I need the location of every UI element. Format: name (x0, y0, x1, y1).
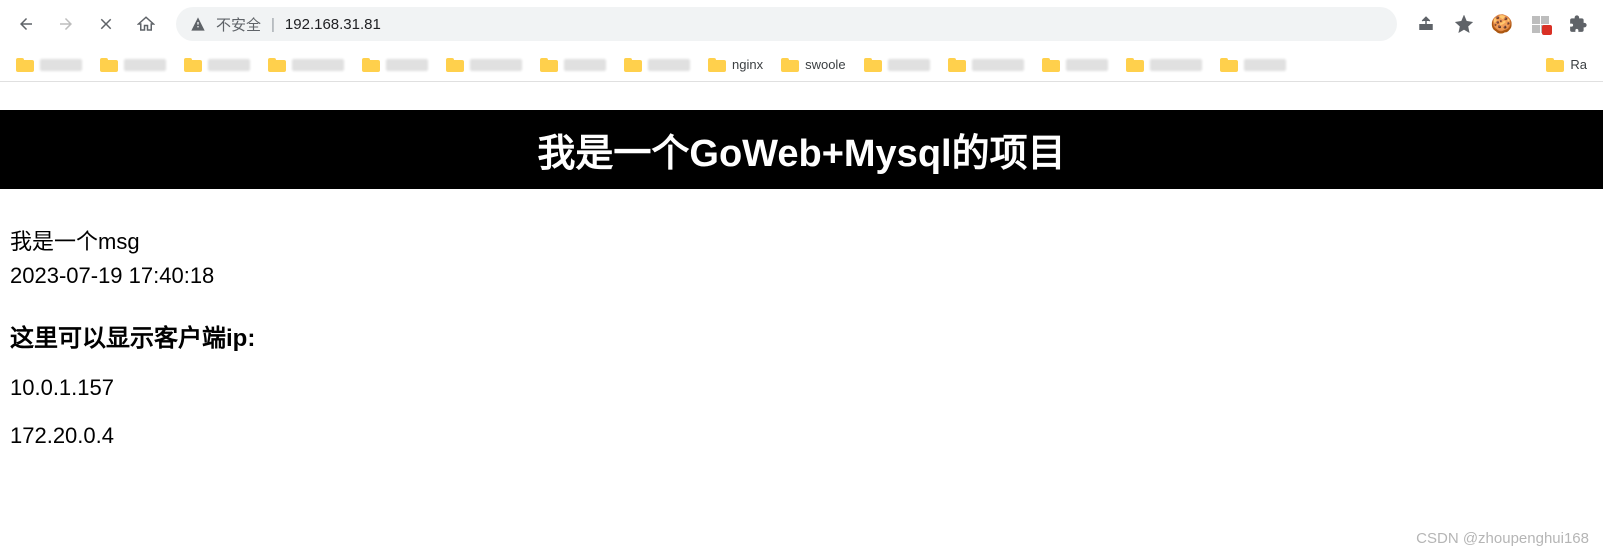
folder-icon (446, 58, 464, 72)
ip-entry: 172.20.0.4 (10, 423, 1593, 449)
bookmark-label (470, 59, 522, 71)
bookmark-item[interactable] (440, 56, 528, 74)
folder-icon (362, 58, 380, 72)
folder-icon (268, 58, 286, 72)
home-button[interactable] (128, 6, 164, 42)
folder-icon (1546, 58, 1564, 72)
bookmark-label (888, 59, 930, 71)
bookmark-label (124, 59, 166, 71)
page-title: 我是一个GoWeb+Mysql的项目 (0, 110, 1603, 189)
folder-icon (864, 58, 882, 72)
share-icon[interactable] (1409, 7, 1443, 41)
folder-icon (624, 58, 642, 72)
bookmarks-bar: nginx swoole Ra (0, 48, 1603, 82)
bookmark-item[interactable] (858, 56, 936, 74)
bookmark-item[interactable] (1036, 56, 1114, 74)
folder-icon (100, 58, 118, 72)
url-text: 192.168.31.81 (285, 16, 381, 33)
folder-icon (16, 58, 34, 72)
back-button[interactable] (8, 6, 44, 42)
folder-icon (948, 58, 966, 72)
bookmark-label: nginx (732, 57, 763, 72)
bookmark-label (40, 59, 82, 71)
bookmark-item[interactable] (534, 56, 612, 74)
bookmark-label (648, 59, 690, 71)
bookmark-label (1244, 59, 1286, 71)
folder-icon (781, 58, 799, 72)
bookmark-label (1150, 59, 1202, 71)
folder-icon (1126, 58, 1144, 72)
folder-icon (1220, 58, 1238, 72)
client-ip-title: 这里可以显示客户端ip: (10, 318, 1593, 353)
not-secure-label: 不安全 (216, 14, 261, 35)
bookmark-label (564, 59, 606, 71)
bookmark-item[interactable] (1214, 56, 1292, 74)
cookie-extension-icon[interactable]: 🍪 (1485, 7, 1519, 41)
browser-toolbar: 不安全 | 192.168.31.81 🍪 (0, 0, 1603, 48)
extensions-puzzle-icon[interactable] (1561, 7, 1595, 41)
msg-text: 我是一个msg (10, 227, 1593, 257)
bookmark-item-swoole[interactable]: swoole (775, 55, 851, 74)
extension-grid-icon[interactable] (1523, 7, 1557, 41)
folder-icon (708, 58, 726, 72)
forward-button[interactable] (48, 6, 84, 42)
folder-icon (184, 58, 202, 72)
page-content: 我是一个GoWeb+Mysql的项目 我是一个msg 2023-07-19 17… (0, 110, 1603, 449)
bookmark-item-end[interactable]: Ra (1540, 55, 1593, 74)
bookmark-item[interactable] (94, 56, 172, 74)
bookmark-label (208, 59, 250, 71)
bookmark-label (1066, 59, 1108, 71)
bookmark-item[interactable] (262, 56, 350, 74)
bookmark-item[interactable] (178, 56, 256, 74)
timestamp-text: 2023-07-19 17:40:18 (10, 261, 1593, 291)
bookmark-item[interactable] (942, 56, 1030, 74)
bookmark-label (972, 59, 1024, 71)
toolbar-right: 🍪 (1409, 7, 1595, 41)
address-bar[interactable]: 不安全 | 192.168.31.81 (176, 7, 1397, 41)
bookmark-item[interactable] (10, 56, 88, 74)
stop-button[interactable] (88, 6, 124, 42)
bookmark-label (292, 59, 344, 71)
bookmark-label: Ra (1570, 57, 1587, 72)
watermark: CSDN @zhoupenghui168 (1416, 530, 1589, 547)
bookmark-label: swoole (805, 57, 845, 72)
folder-icon (1042, 58, 1060, 72)
ip-entry: 10.0.1.157 (10, 375, 1593, 401)
address-separator: | (271, 16, 275, 33)
bookmark-item-nginx[interactable]: nginx (702, 55, 769, 74)
bookmark-item[interactable] (1120, 56, 1208, 74)
content-body: 我是一个msg 2023-07-19 17:40:18 这里可以显示客户端ip:… (0, 189, 1603, 449)
bookmark-label (386, 59, 428, 71)
bookmark-star-icon[interactable] (1447, 7, 1481, 41)
folder-icon (540, 58, 558, 72)
bookmark-item[interactable] (618, 56, 696, 74)
not-secure-icon (190, 16, 206, 32)
bookmark-item[interactable] (356, 56, 434, 74)
